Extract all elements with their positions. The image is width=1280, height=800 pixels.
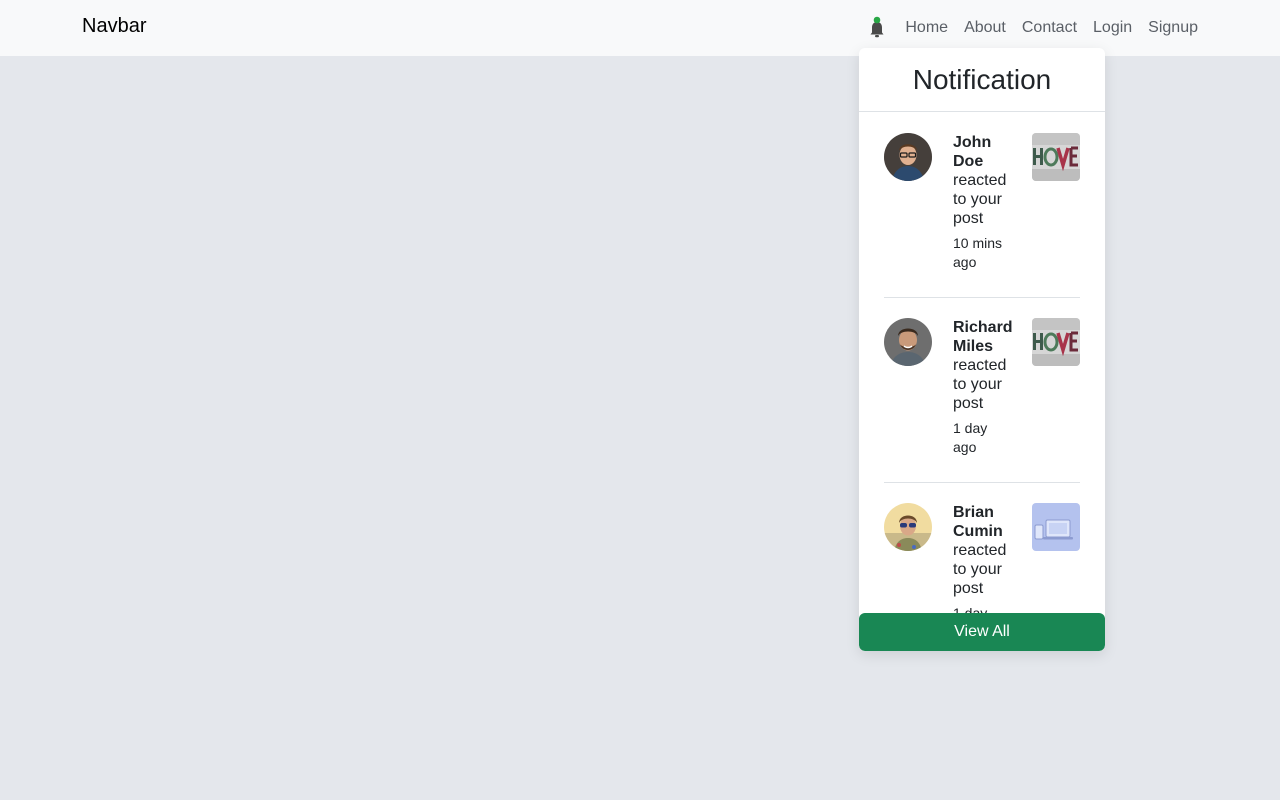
notification-text: Richard Miles reacted to your post 1 day… bbox=[953, 318, 1015, 457]
notification-item[interactable]: Brian Cumin reacted to your post 1 day a… bbox=[884, 483, 1080, 613]
notification-header: Notification bbox=[859, 48, 1105, 112]
notification-user-name: John Doe bbox=[953, 134, 992, 170]
user-avatar-icon bbox=[884, 133, 932, 181]
nav-link-home[interactable]: Home bbox=[897, 19, 956, 37]
notification-badge bbox=[874, 16, 881, 24]
notification-action: reacted to your post bbox=[953, 172, 1007, 227]
notification-list[interactable]: John Doe reacted to your post 10 mins ag… bbox=[884, 113, 1080, 613]
notification-dropdown: Notification John Doe reacted to your po… bbox=[859, 48, 1105, 651]
love-sign-thumbnail-icon bbox=[1032, 133, 1080, 181]
notification-action: reacted to your post bbox=[953, 542, 1007, 597]
notification-action: reacted to your post bbox=[953, 357, 1007, 412]
notification-time: 1 day ago bbox=[953, 605, 988, 613]
notification-text: John Doe reacted to your post 10 mins ag… bbox=[953, 133, 1015, 272]
user-avatar-icon bbox=[884, 503, 932, 551]
view-all-button[interactable]: View All bbox=[859, 613, 1105, 651]
bell-icon[interactable] bbox=[867, 16, 887, 40]
notification-time: 1 day ago bbox=[953, 420, 988, 455]
notification-item[interactable]: Richard Miles reacted to your post 1 day… bbox=[884, 298, 1080, 483]
love-sign-thumbnail-icon bbox=[1032, 318, 1080, 366]
nav-link-login[interactable]: Login bbox=[1085, 19, 1140, 37]
notification-user-name: Richard Miles bbox=[953, 319, 1013, 355]
notification-title: Notification bbox=[912, 64, 1052, 95]
notification-user-name: Brian Cumin bbox=[953, 504, 1003, 540]
nav-link-contact[interactable]: Contact bbox=[1014, 19, 1085, 37]
user-avatar-icon bbox=[884, 318, 932, 366]
navbar-brand[interactable]: Navbar bbox=[82, 15, 146, 38]
notification-time: 10 mins ago bbox=[953, 235, 1003, 270]
notification-text: Brian Cumin reacted to your post 1 day a… bbox=[953, 503, 1015, 613]
devices-thumbnail-icon bbox=[1032, 503, 1080, 551]
nav-link-signup[interactable]: Signup bbox=[1140, 19, 1198, 37]
notification-item[interactable]: John Doe reacted to your post 10 mins ag… bbox=[884, 113, 1080, 298]
nav-link-about[interactable]: About bbox=[956, 19, 1014, 37]
